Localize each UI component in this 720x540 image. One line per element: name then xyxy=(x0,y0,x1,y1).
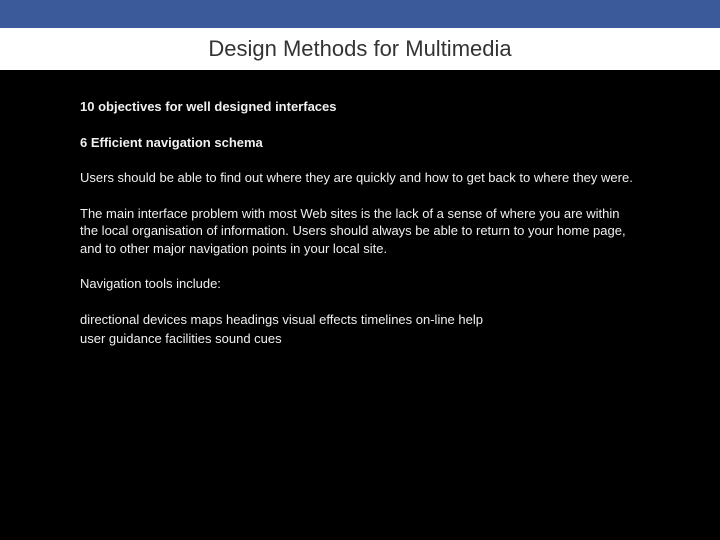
content-area: 10 objectives for well designed interfac… xyxy=(0,70,720,370)
paragraph-2: The main interface problem with most Web… xyxy=(80,205,640,258)
page-title: Design Methods for Multimedia xyxy=(208,36,511,62)
title-bar: Design Methods for Multimedia xyxy=(0,28,720,70)
section-heading: 10 objectives for well designed interfac… xyxy=(80,98,640,116)
tools-line-2: user guidance facilities sound cues xyxy=(80,330,640,348)
tools-line-1: directional devices maps headings visual… xyxy=(80,311,640,329)
subheading: 6 Efficient navigation schema xyxy=(80,134,640,152)
paragraph-1: Users should be able to find out where t… xyxy=(80,169,640,187)
top-banner xyxy=(0,0,720,28)
paragraph-3: Navigation tools include: xyxy=(80,275,640,293)
